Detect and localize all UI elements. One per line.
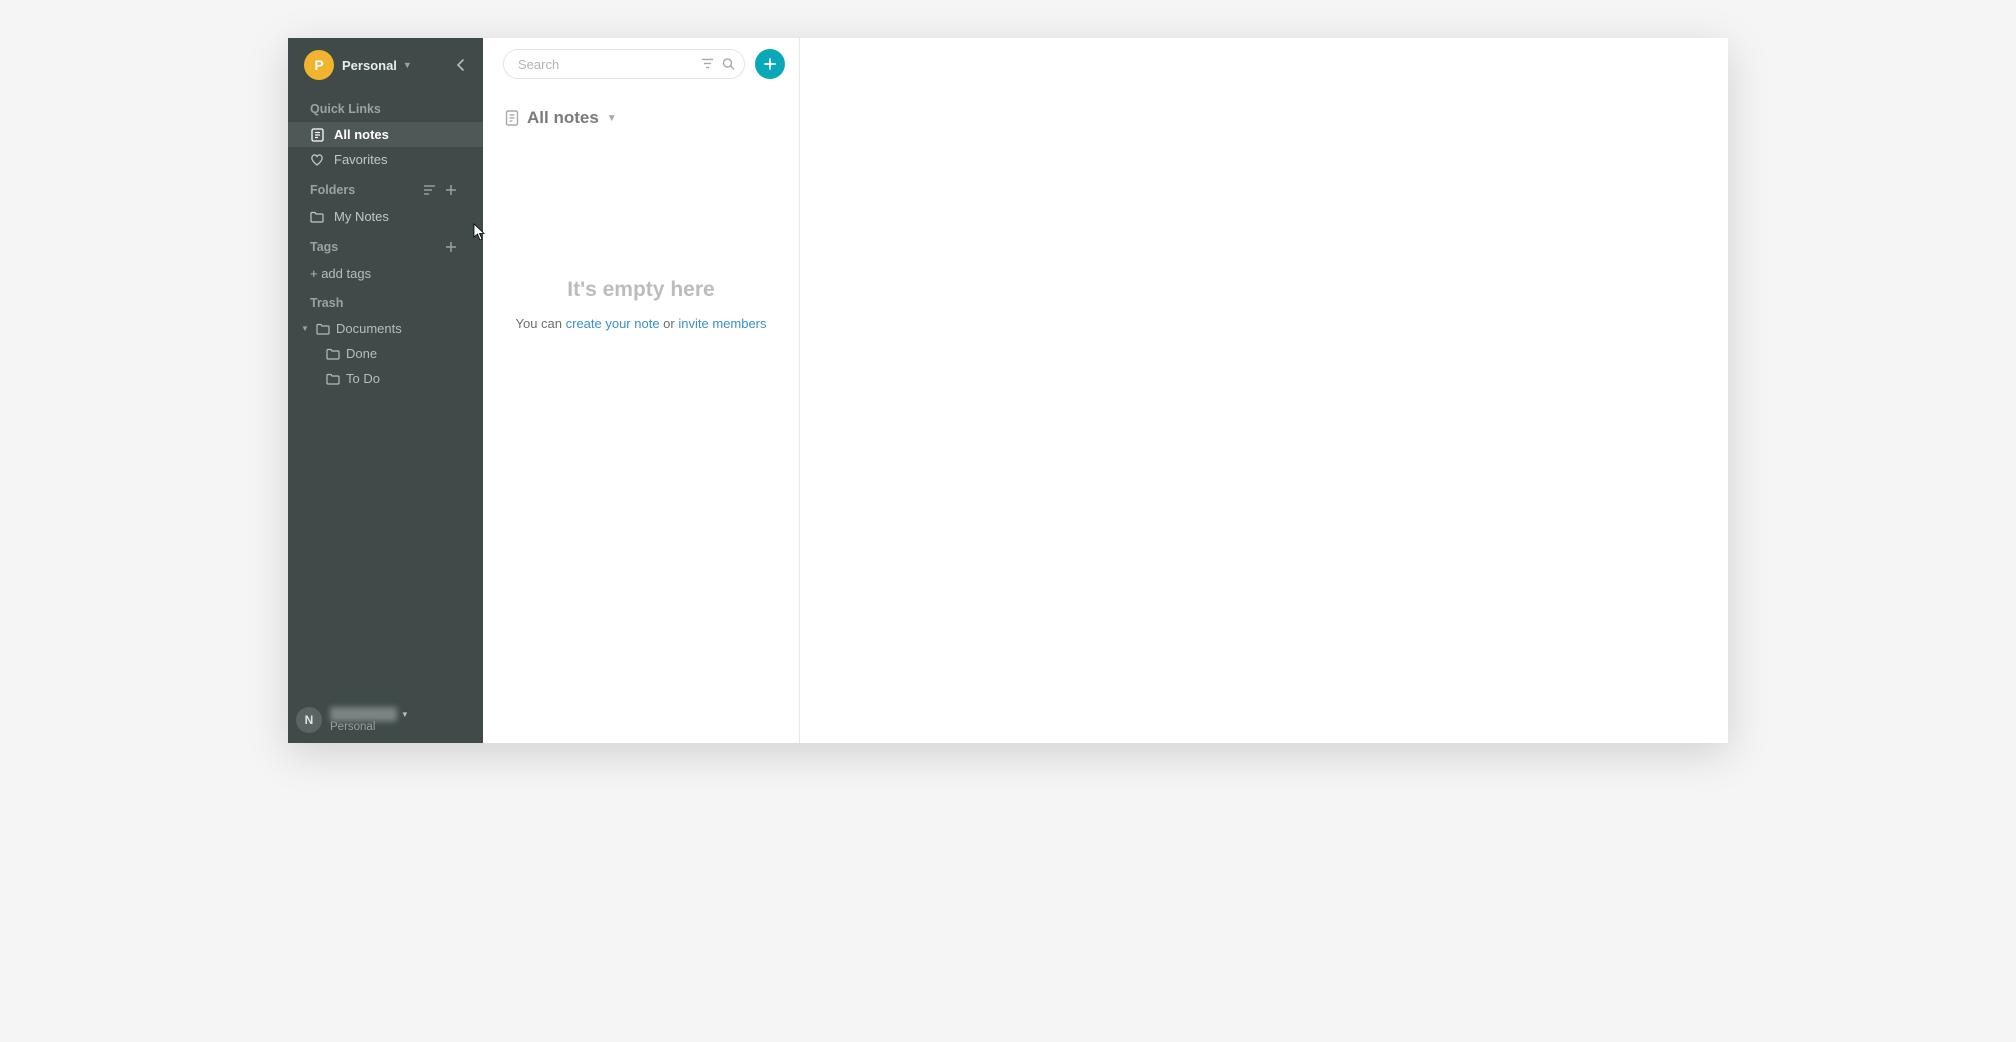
- sidebar-item-all-notes[interactable]: All notes: [288, 122, 483, 147]
- workspace-switcher[interactable]: P Personal ▼: [288, 38, 483, 92]
- section-quick-links: Quick Links: [288, 92, 483, 122]
- chevron-down-icon: ▼: [607, 113, 617, 124]
- plus-icon: [445, 241, 457, 253]
- trash-folder-documents[interactable]: ▼ Documents: [288, 316, 483, 341]
- trash-documents-label: Documents: [336, 321, 402, 336]
- sidebar: P Personal ▼ Quick Links All notes Favor…: [288, 38, 483, 743]
- list-title-dropdown[interactable]: All notes ▼: [483, 90, 799, 128]
- section-tags: Tags: [288, 229, 483, 261]
- list-header: [483, 38, 799, 90]
- caret-down-icon: ▼: [300, 324, 310, 333]
- collapse-sidebar-button[interactable]: [449, 53, 473, 77]
- note-icon: [310, 128, 324, 142]
- user-menu[interactable]: N ████ ███ ▼ Personal: [288, 699, 483, 743]
- folders-label: Folders: [310, 183, 355, 197]
- sidebar-folder-my-notes[interactable]: My Notes: [288, 204, 483, 229]
- section-folders: Folders: [288, 172, 483, 204]
- trash-label: Trash: [310, 296, 343, 310]
- sort-folders-button[interactable]: [419, 182, 441, 198]
- empty-state: It's empty here You can create your note…: [483, 278, 799, 331]
- chevron-left-icon: [456, 58, 466, 72]
- create-note-link[interactable]: create your note: [566, 316, 660, 331]
- trash-todo-label: To Do: [346, 371, 380, 386]
- tags-label: Tags: [310, 240, 338, 254]
- trash-folder-todo[interactable]: To Do: [288, 366, 483, 391]
- heart-icon: [310, 153, 324, 167]
- trash-done-label: Done: [346, 346, 377, 361]
- workspace-name: Personal: [342, 58, 397, 73]
- plus-icon: [763, 57, 777, 71]
- chevron-down-icon: ▼: [401, 710, 409, 719]
- chevron-down-icon: ▼: [403, 60, 412, 70]
- empty-prefix: You can: [515, 316, 565, 331]
- add-tag-button[interactable]: [441, 239, 461, 255]
- app-window: P Personal ▼ Quick Links All notes Favor…: [288, 38, 1728, 743]
- note-icon: [505, 110, 519, 126]
- section-trash: Trash: [288, 286, 483, 316]
- list-title: All notes: [527, 108, 599, 128]
- favorites-label: Favorites: [334, 152, 387, 167]
- user-plan: Personal: [330, 721, 409, 733]
- trash-folder-done[interactable]: Done: [288, 341, 483, 366]
- folder-icon: [310, 210, 324, 224]
- user-name: ████ ███: [330, 707, 397, 721]
- filter-icon[interactable]: [701, 58, 714, 71]
- add-tags-link[interactable]: + add tags: [288, 261, 483, 286]
- quick-links-label: Quick Links: [310, 102, 381, 116]
- user-avatar: N: [296, 707, 322, 733]
- empty-title: It's empty here: [503, 278, 779, 302]
- notes-list-column: All notes ▼ It's empty here You can crea…: [483, 38, 800, 743]
- sidebar-item-favorites[interactable]: Favorites: [288, 147, 483, 172]
- sort-icon: [423, 184, 437, 196]
- add-note-button[interactable]: [755, 49, 785, 79]
- all-notes-label: All notes: [334, 127, 389, 142]
- folder-icon: [326, 348, 340, 360]
- folder-icon: [326, 373, 340, 385]
- search-icon[interactable]: [722, 58, 735, 71]
- editor-area: [800, 38, 1728, 743]
- folder-icon: [316, 323, 330, 335]
- empty-middle: or: [660, 316, 679, 331]
- plus-icon: [445, 184, 457, 196]
- search-wrap: [503, 49, 745, 79]
- my-notes-label: My Notes: [334, 209, 389, 224]
- add-folder-button[interactable]: [441, 182, 461, 198]
- invite-members-link[interactable]: invite members: [678, 316, 766, 331]
- workspace-avatar: P: [304, 50, 334, 80]
- empty-subtitle: You can create your note or invite membe…: [503, 316, 779, 331]
